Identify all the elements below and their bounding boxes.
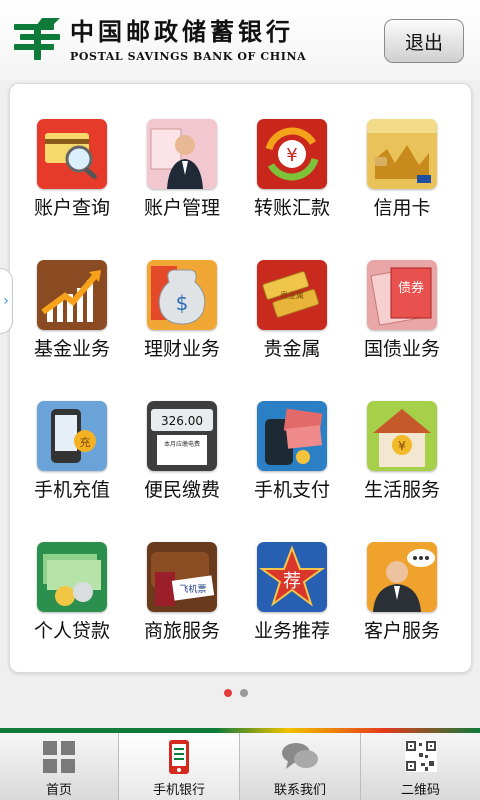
menu-item-life-service[interactable]: ¥ 生活服务 (347, 365, 457, 501)
bottom-nav: 首页 手机银行 联系我们 二维码 (0, 733, 480, 800)
bank-name-en: POSTAL SAVINGS BANK OF CHINA (70, 50, 307, 63)
svg-text:本月应缴电费: 本月应缴电费 (164, 440, 200, 448)
menu-item-transfer[interactable]: ¥ 转账汇款 (237, 83, 347, 219)
life-service-icon: ¥ (367, 401, 437, 471)
menu-item-label: 账户管理 (143, 197, 220, 219)
svg-text:326.00: 326.00 (161, 414, 203, 428)
menu-item-label: 手机充值 (33, 479, 110, 501)
qr-code-icon (404, 740, 437, 772)
postal-logo-icon (14, 18, 60, 60)
menu-item-recommend[interactable]: 荐 业务推荐 (237, 506, 347, 642)
menu-item-label: 贵金属 (263, 338, 321, 360)
menu-item-label: 客户服务 (363, 620, 440, 642)
menu-item-label: 生活服务 (363, 479, 440, 501)
account-manage-icon (147, 119, 217, 189)
credit-card-icon (367, 119, 437, 189)
menu-item-account-query[interactable]: 账户查询 (17, 83, 127, 219)
svg-text:贵金属: 贵金属 (280, 290, 304, 300)
menu-item-travel[interactable]: 飞机票 商旅服务 (127, 506, 237, 642)
menu-item-customer-service[interactable]: 客户服务 (347, 506, 457, 642)
menu-item-label: 理财业务 (143, 338, 220, 360)
menu-item-bill-pay[interactable]: 326.00 本月应缴电费 便民缴费 (127, 365, 237, 501)
menu-item-account-manage[interactable]: 账户管理 (127, 83, 237, 219)
chat-icon (282, 743, 318, 769)
page-indicator (224, 689, 256, 699)
menu-item-label: 便民缴费 (143, 479, 220, 501)
menu-item-label: 国债业务 (363, 338, 440, 360)
mobile-pay-icon (257, 401, 327, 471)
svg-text:荐: 荐 (283, 571, 301, 592)
svg-text:$: $ (176, 291, 189, 315)
menu-item-label: 个人贷款 (33, 620, 110, 642)
page-dot (240, 689, 248, 697)
nav-item-mobile-bank[interactable]: 手机银行 (119, 733, 240, 800)
menu-item-label: 转账汇款 (253, 197, 330, 219)
menu-item-personal-loan[interactable]: 个人贷款 (17, 506, 127, 642)
personal-loan-icon (37, 542, 107, 612)
nav-label: 二维码 (400, 783, 440, 798)
menu-item-credit-card[interactable]: 信用卡 (347, 83, 457, 219)
recommend-icon: 荐 (257, 542, 327, 612)
wealth-icon: $ (147, 260, 217, 330)
precious-metal-icon: 贵金属 (257, 260, 327, 330)
function-grid: 账户查询 账户管理 ¥ 转账汇款 信用卡 基金业务 $ 理财业务 贵金属 贵金属… (9, 83, 470, 671)
mobile-bank-icon (169, 740, 189, 774)
app-header: 中国邮政储蓄银行 POSTAL SAVINGS BANK OF CHINA 退出 (0, 0, 480, 80)
svg-text:¥: ¥ (398, 439, 406, 453)
account-query-icon (37, 119, 107, 189)
menu-item-label: 账户查询 (33, 197, 110, 219)
menu-item-fund[interactable]: 基金业务 (17, 224, 127, 360)
logout-button[interactable]: 退出 (384, 19, 464, 63)
svg-text:飞机票: 飞机票 (179, 583, 206, 595)
treasury-bond-icon: 债券 (367, 260, 437, 330)
nav-label: 手机银行 (152, 783, 205, 798)
nav-label: 首页 (45, 783, 72, 798)
nav-item-qr-code[interactable]: 二维码 (361, 733, 480, 800)
home-grid-icon (43, 741, 75, 773)
menu-item-label: 业务推荐 (253, 620, 330, 642)
travel-icon: 飞机票 (147, 542, 217, 612)
nav-item-home[interactable]: 首页 (0, 733, 119, 800)
menu-item-label: 信用卡 (373, 197, 431, 219)
menu-item-precious-metal[interactable]: 贵金属 贵金属 (237, 224, 347, 360)
svg-text:¥: ¥ (286, 145, 297, 166)
menu-item-label: 手机支付 (253, 479, 330, 501)
menu-item-mobile-pay[interactable]: 手机支付 (237, 365, 347, 501)
transfer-icon: ¥ (257, 119, 327, 189)
bank-name-cn: 中国邮政储蓄银行 (70, 17, 294, 46)
menu-item-label: 商旅服务 (143, 620, 220, 642)
menu-item-phone-recharge[interactable]: 充 手机充值 (17, 365, 127, 501)
svg-text:债券: 债券 (398, 280, 424, 296)
page-dot-active (224, 689, 232, 697)
customer-service-icon (367, 542, 437, 612)
nav-label: 联系我们 (273, 783, 326, 798)
chevron-right-icon: › (3, 293, 9, 309)
nav-item-contact[interactable]: 联系我们 (240, 733, 361, 800)
menu-item-wealth[interactable]: $ 理财业务 (127, 224, 237, 360)
svg-text:充: 充 (80, 435, 91, 449)
menu-item-label: 基金业务 (33, 338, 110, 360)
bill-pay-icon: 326.00 本月应缴电费 (147, 401, 217, 471)
menu-item-treasury-bond[interactable]: 债券 国债业务 (347, 224, 457, 360)
phone-recharge-icon: 充 (37, 401, 107, 471)
fund-icon (37, 260, 107, 330)
